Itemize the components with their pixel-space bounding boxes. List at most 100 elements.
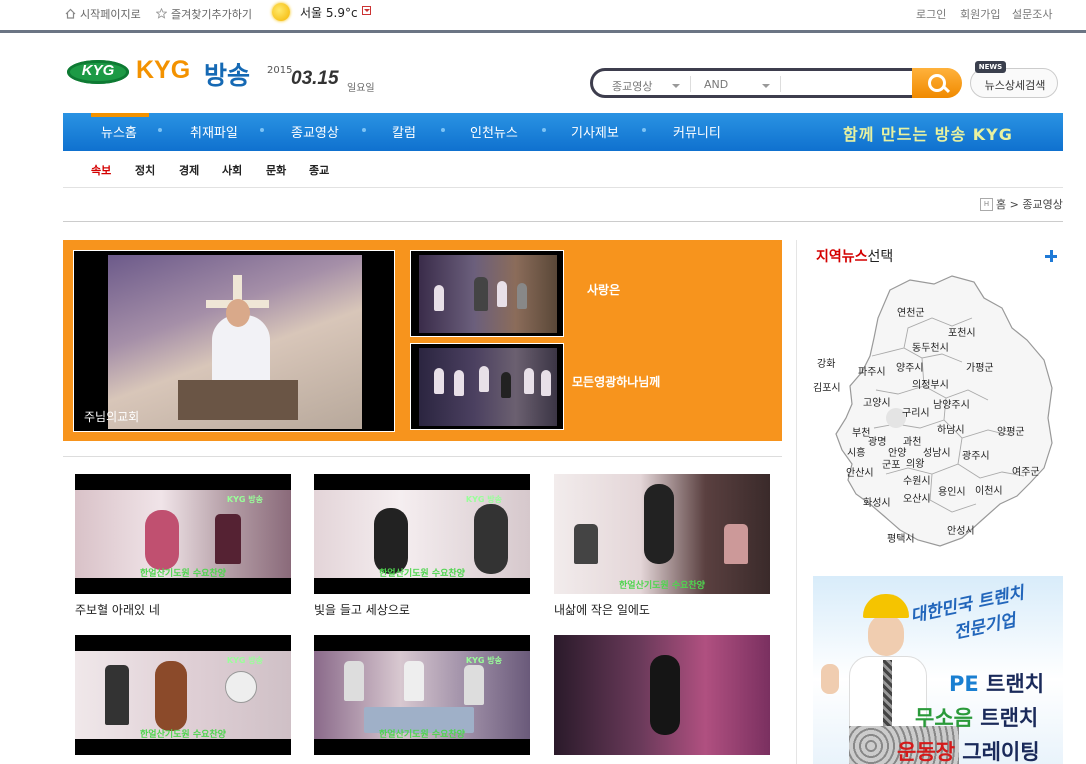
ad-line-1-rest: 트랜치 [978, 672, 1045, 696]
submenu-religion[interactable]: 종교 [309, 162, 329, 178]
city-label[interactable]: 광명 [868, 433, 886, 448]
region-title-rest: 선택 [867, 249, 894, 265]
video-title[interactable]: 주보혈 아래있 네 [75, 601, 160, 618]
city-label[interactable]: 성남시 [923, 444, 951, 459]
video-thumbnail[interactable]: KYG 방송 한얼산기도원 수요찬양 [75, 474, 291, 594]
city-label[interactable]: 동두천시 [912, 339, 949, 354]
weather-dropdown-icon[interactable] [362, 6, 371, 15]
divider [690, 76, 691, 92]
city-label[interactable]: 여주군 [1012, 463, 1040, 478]
city-label[interactable]: 안성시 [947, 522, 975, 537]
city-label[interactable]: 강화 [817, 355, 835, 370]
gyeonggi-map[interactable] [812, 268, 1060, 558]
submenu-politics[interactable]: 정치 [135, 162, 155, 178]
city-label[interactable]: 의왕 [906, 455, 924, 470]
divider [780, 76, 781, 92]
ad-line-3: 운동장 그레이팅 [897, 736, 1040, 764]
weather-text: 서울 5.9°c [300, 6, 358, 20]
city-label[interactable]: 김포시 [813, 379, 841, 394]
featured-side-video-2[interactable] [410, 343, 564, 430]
home-icon[interactable]: H [980, 198, 993, 211]
video-thumbnail[interactable]: KYG 방송 한얼산기도원 수요찬양 [75, 635, 291, 755]
city-label[interactable]: 화성시 [863, 494, 891, 509]
city-label[interactable]: 이천시 [975, 482, 1003, 497]
signup-link[interactable]: 회원가입 [960, 6, 1000, 22]
nav-item-column[interactable]: 칼럼 [392, 122, 416, 141]
video-thumbnail[interactable]: KYG 방송 한얼산기도원 수요찬양 [314, 474, 530, 594]
city-label[interactable]: 연천군 [897, 304, 925, 319]
featured-main-video[interactable] [73, 250, 395, 432]
city-label[interactable]: 오산시 [903, 490, 931, 505]
city-label[interactable]: 양평군 [997, 423, 1025, 438]
divider [63, 187, 1063, 188]
city-label[interactable]: 용인시 [938, 483, 966, 498]
search-category-select[interactable]: 종교영상 [612, 78, 652, 94]
date-month-day: 03.15 [291, 68, 339, 89]
city-label[interactable]: 시흥 [847, 444, 865, 459]
video-subtitle: 한얼산기도원 수요찬양 [619, 581, 705, 591]
nav-item-news-home[interactable]: 뉴스홈 [101, 122, 137, 141]
city-label[interactable]: 군포 [882, 456, 900, 471]
nav-item-community[interactable]: 커뮤니티 [673, 122, 721, 141]
city-label[interactable]: 안산시 [846, 464, 874, 479]
city-label[interactable]: 고양시 [863, 394, 891, 409]
submenu-breaking[interactable]: 속보 [91, 162, 111, 178]
favorites-label: 즐겨찾기추가하기 [171, 8, 252, 21]
search-operator-select[interactable]: AND [704, 78, 728, 91]
home-icon [65, 8, 76, 19]
favorites-link[interactable]: 즐겨찾기추가하기 [155, 6, 252, 22]
submenu-society[interactable]: 사회 [222, 162, 242, 178]
nav-item-report-files[interactable]: 취재파일 [190, 122, 238, 141]
nav-item-news-tip[interactable]: 기사제보 [571, 122, 619, 141]
ad-line-2: 무소음 트랜치 [915, 702, 1038, 732]
logo-name-ko[interactable]: 방송 [204, 56, 250, 92]
nav-item-religion-video[interactable]: 종교영상 [291, 122, 339, 141]
video-thumbnail[interactable]: 한얼산기도원 수요찬양 [554, 474, 770, 594]
city-label[interactable]: 양주시 [896, 359, 924, 374]
video-subtitle: 한얼산기도원 수요찬양 [379, 569, 465, 579]
city-label[interactable]: 평택시 [887, 530, 915, 545]
city-label[interactable]: 광주시 [962, 447, 990, 462]
survey-link[interactable]: 설문조사 [1012, 6, 1052, 22]
video-title[interactable]: 내삶에 작은 일에도 [554, 601, 650, 618]
city-label[interactable]: 남양주시 [933, 396, 970, 411]
nav-separator [542, 128, 546, 132]
video-thumbnail[interactable] [554, 635, 770, 755]
city-label[interactable]: 가평군 [966, 359, 994, 374]
video-title[interactable]: 빛을 들고 세상으로 [314, 601, 410, 618]
plus-icon[interactable] [1045, 250, 1057, 262]
logo-mark[interactable]: KYG [67, 60, 129, 84]
city-label[interactable]: 파주시 [858, 363, 886, 378]
region-title-highlight: 지역뉴스 [816, 249, 868, 265]
nav-separator [260, 128, 264, 132]
nav-separator [362, 128, 366, 132]
slogan: 함께 만드는 방송 KYG [843, 125, 1013, 144]
search-input[interactable] [786, 74, 912, 94]
city-label[interactable]: 포천시 [948, 324, 976, 339]
search-button[interactable] [912, 68, 962, 98]
ad-line-2-highlight: 무소음 [915, 706, 973, 730]
ad-line-1: PE 트랜치 [949, 668, 1044, 698]
news-detail-search-label: 뉴스상세검색 [984, 79, 1046, 92]
ad-line-2-rest: 트랜치 [972, 706, 1039, 730]
featured-side-title-1[interactable]: 사랑은 [587, 281, 620, 298]
city-label[interactable]: 구리시 [902, 404, 930, 419]
thumbs-up-icon [821, 664, 839, 694]
login-link[interactable]: 로그인 [916, 6, 946, 22]
video-logo: KYG 방송 [226, 656, 263, 665]
ad-banner[interactable]: 대한민국 트렌치 전문기업 PE 트랜치 무소음 트랜치 운동장 그레이팅 [813, 576, 1063, 764]
video-logo: KYG 방송 [465, 656, 502, 665]
start-page-link[interactable]: 시작페이지로 [65, 6, 141, 22]
city-label[interactable]: 의정부시 [912, 376, 949, 391]
submenu-culture[interactable]: 문화 [266, 162, 286, 178]
submenu-economy[interactable]: 경제 [179, 162, 199, 178]
nav-item-incheon-news[interactable]: 인천뉴스 [470, 122, 518, 141]
video-logo: KYG 방송 [226, 495, 263, 504]
city-label[interactable]: 수원시 [903, 472, 931, 487]
logo-name-en[interactable]: KYG [136, 56, 190, 85]
city-label[interactable]: 하남시 [937, 421, 965, 436]
featured-side-title-2[interactable]: 모든영광하나님께 [572, 373, 660, 390]
nav-separator [441, 128, 445, 132]
featured-side-video-1[interactable] [410, 250, 564, 337]
video-thumbnail[interactable]: KYG 방송 한얼산기도원 수요찬양 [314, 635, 530, 755]
